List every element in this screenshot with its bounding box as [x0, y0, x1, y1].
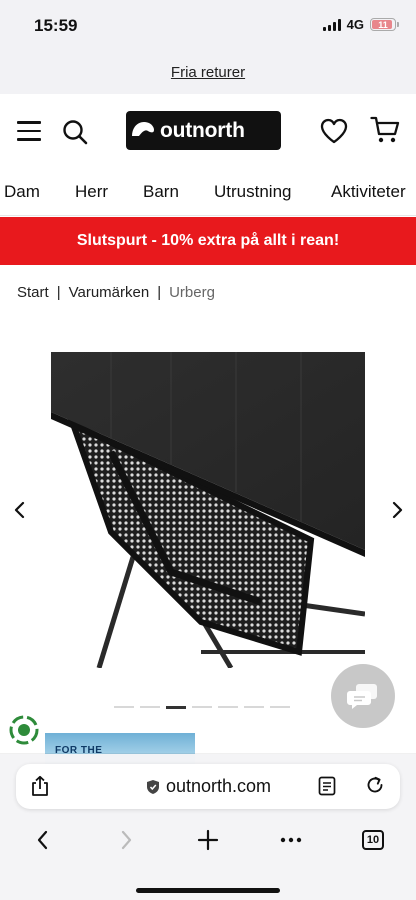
site-header: outnorth	[0, 94, 416, 168]
gallery-dot[interactable]	[270, 706, 290, 708]
gallery-dot[interactable]	[244, 706, 264, 708]
shield-icon	[147, 779, 159, 794]
search-icon[interactable]	[62, 119, 88, 145]
gallery-dot[interactable]	[218, 706, 238, 708]
gallery-dot-active[interactable]	[166, 706, 186, 709]
nav-item-utrustning[interactable]: Utrustning	[214, 182, 291, 202]
battery-icon: 11	[370, 18, 399, 31]
gallery-dot[interactable]	[114, 706, 134, 708]
browser-toolbar: outnorth.com 10	[0, 754, 416, 900]
back-icon[interactable]	[30, 827, 56, 853]
gallery-dot[interactable]	[140, 706, 160, 708]
breadcrumb-start[interactable]: Start	[17, 284, 49, 301]
forward-icon[interactable]	[113, 827, 139, 853]
address-bar[interactable]: outnorth.com	[16, 764, 400, 809]
promo-bar: Fria returer	[0, 50, 416, 94]
nav-item-barn[interactable]: Barn	[143, 182, 179, 202]
new-tab-icon[interactable]	[195, 827, 221, 853]
logo-mark-icon	[126, 111, 160, 150]
network-type: 4G	[346, 17, 364, 32]
breadcrumb-separator: |	[157, 284, 162, 301]
category-nav: Dam Herr Barn Utrustning Aktiviteter	[0, 168, 416, 216]
status-bar: 15:59 4G 11	[0, 0, 416, 50]
logo-text: outnorth	[160, 118, 245, 142]
home-indicator[interactable]	[136, 888, 280, 893]
chat-icon	[347, 684, 377, 709]
reload-icon[interactable]	[365, 775, 385, 795]
sale-banner-text: Slutspurt - 10% extra på allt i rean!	[76, 232, 340, 249]
gallery-indicator	[114, 706, 290, 709]
signal-icon	[322, 18, 341, 31]
status-time: 15:59	[34, 16, 78, 35]
share-icon[interactable]	[30, 775, 50, 797]
prev-image-icon[interactable]	[10, 499, 30, 521]
eco-badge-icon[interactable]	[8, 714, 40, 746]
reader-icon[interactable]	[318, 776, 336, 796]
url-display[interactable]: outnorth.com	[146, 776, 271, 797]
gallery-dot[interactable]	[192, 706, 212, 708]
breadcrumb-current: Urberg	[169, 284, 215, 301]
menu-icon[interactable]	[17, 121, 41, 141]
more-icon[interactable]	[278, 827, 304, 853]
sale-banner[interactable]: Slutspurt - 10% extra på allt i rean!	[0, 217, 416, 265]
url-text: outnorth.com	[166, 776, 272, 796]
tabs-button[interactable]: 10	[360, 827, 386, 853]
next-image-icon[interactable]	[387, 499, 407, 521]
product-image[interactable]	[51, 352, 365, 668]
chat-button[interactable]	[331, 664, 395, 728]
tab-count: 10	[362, 830, 384, 850]
cart-icon[interactable]	[370, 116, 400, 144]
battery-level: 11	[378, 19, 388, 30]
heart-icon[interactable]	[320, 118, 348, 144]
nav-item-aktiviteter[interactable]: Aktiviteter	[331, 182, 406, 202]
nav-item-herr[interactable]: Herr	[75, 182, 108, 202]
nav-item-dam[interactable]: Dam	[4, 182, 40, 202]
free-returns-link[interactable]: Fria returer	[171, 64, 245, 81]
breadcrumb-brands[interactable]: Varumärken	[69, 284, 150, 301]
breadcrumb: Start | Varumärken | Urberg	[17, 284, 215, 301]
breadcrumb-separator: |	[56, 284, 61, 301]
browser-controls: 10	[0, 824, 416, 860]
outnorth-logo[interactable]: outnorth	[126, 111, 281, 150]
status-indicators: 4G 11	[322, 17, 399, 32]
